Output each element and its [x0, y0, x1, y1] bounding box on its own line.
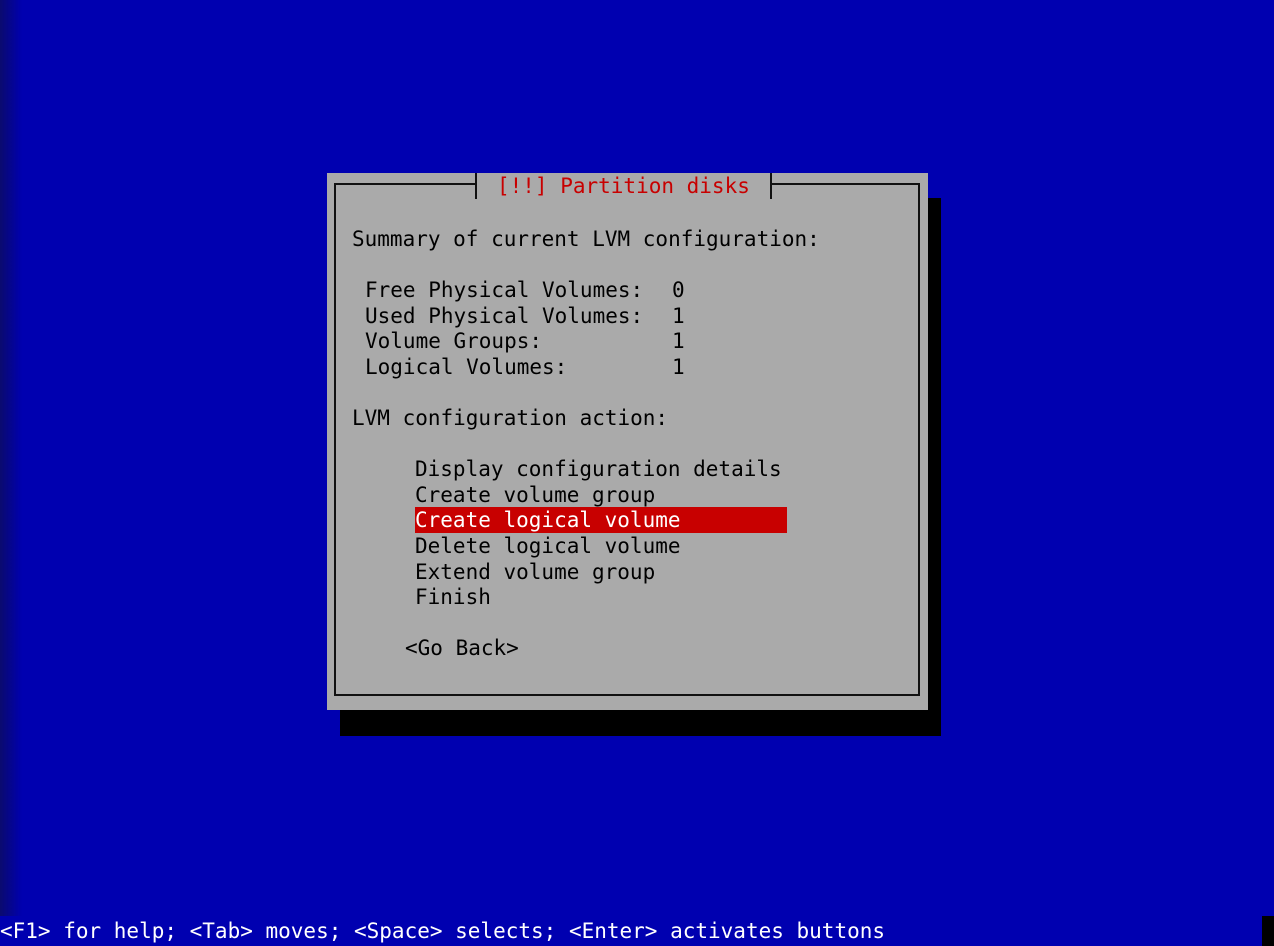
- menu-item-delete-logical-volume[interactable]: Delete logical volume: [415, 533, 787, 559]
- menu-item-extend-volume-group[interactable]: Extend volume group: [415, 559, 787, 585]
- stat-value-volume-groups: 1: [672, 329, 685, 353]
- partition-disks-dialog: [!!] Partition disks Summary of current …: [327, 173, 928, 710]
- screen-edge: [0, 0, 22, 946]
- stat-label-volume-groups: Volume Groups:: [365, 329, 543, 353]
- menu-item-create-volume-group[interactable]: Create volume group: [415, 482, 787, 508]
- cursor-block: [1262, 916, 1274, 946]
- dialog-frame: [334, 183, 920, 696]
- menu-item-finish[interactable]: Finish: [415, 584, 787, 610]
- stat-value-used-pv: 1: [672, 304, 685, 328]
- stat-label-free-pv: Free Physical Volumes:: [365, 278, 644, 302]
- menu-item-create-logical-volume[interactable]: Create logical volume: [415, 507, 787, 533]
- dialog-title: [!!] Partition disks: [475, 173, 772, 199]
- stat-value-logical-volumes: 1: [672, 355, 685, 379]
- go-back-button[interactable]: <Go Back>: [405, 635, 519, 661]
- help-bar: <F1> for help; <Tab> moves; <Space> sele…: [0, 916, 1274, 946]
- stat-label-logical-volumes: Logical Volumes:: [365, 355, 568, 379]
- menu-item-display-configuration-details[interactable]: Display configuration details: [415, 456, 787, 482]
- stat-label-used-pv: Used Physical Volumes:: [365, 304, 644, 328]
- stat-value-free-pv: 0: [672, 278, 685, 302]
- action-heading: LVM configuration action:: [352, 406, 669, 430]
- summary-heading: Summary of current LVM configuration:: [352, 227, 820, 251]
